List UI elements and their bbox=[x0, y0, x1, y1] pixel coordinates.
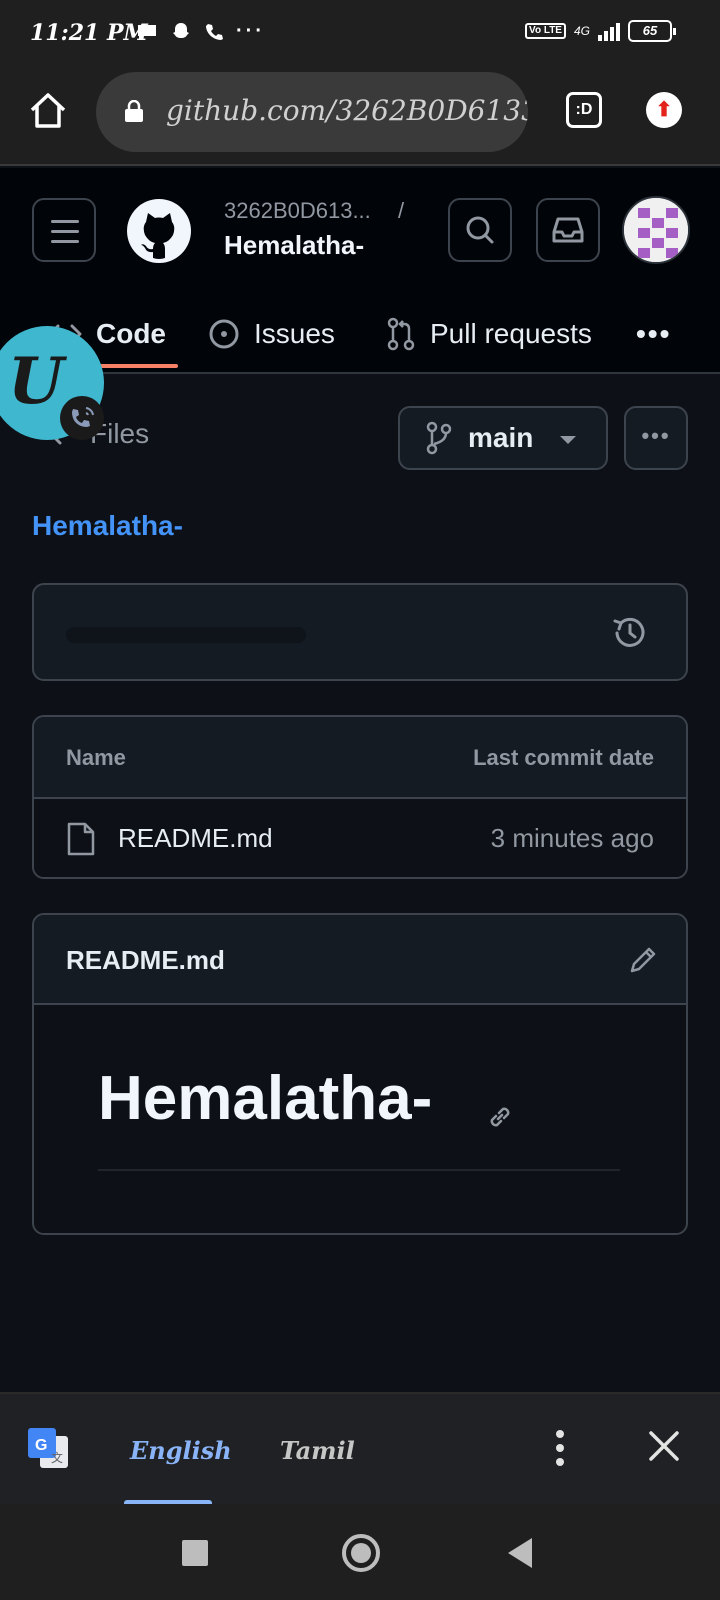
tab-issues[interactable]: Issues bbox=[208, 304, 335, 364]
branch-name: main bbox=[468, 422, 534, 453]
call-badge-icon bbox=[60, 396, 104, 440]
link-icon[interactable] bbox=[484, 1101, 516, 1133]
svg-text:文: 文 bbox=[51, 1450, 63, 1465]
snapchat-icon bbox=[173, 22, 189, 38]
translate-more-options-icon[interactable] bbox=[548, 1430, 572, 1470]
issue-icon bbox=[209, 319, 239, 349]
language-english[interactable]: English bbox=[130, 1436, 232, 1465]
identicon bbox=[624, 198, 688, 262]
lock-icon bbox=[125, 100, 143, 122]
repo-name[interactable]: Hemalatha- bbox=[224, 230, 364, 261]
translate-bar: G 文 English Tamil bbox=[0, 1392, 720, 1506]
url-text: github.com/3262B0D61336 bbox=[166, 94, 528, 127]
home-icon[interactable] bbox=[28, 90, 68, 130]
more-notifications-icon: ··· bbox=[236, 20, 265, 42]
latest-commit-box bbox=[32, 583, 688, 681]
column-header-name: Name bbox=[66, 745, 126, 770]
history-icon[interactable] bbox=[610, 613, 650, 653]
repo-path-link[interactable]: Hemalatha- bbox=[32, 510, 183, 542]
upload-icon[interactable]: ⬆ bbox=[646, 92, 682, 128]
tab-pull-requests[interactable]: Pull requests bbox=[386, 304, 592, 364]
table-header: Name Last commit date bbox=[34, 717, 686, 799]
svg-text:G: G bbox=[35, 1437, 47, 1454]
floating-chat-bubble[interactable]: U bbox=[0, 326, 104, 440]
status-time: 11:21 PM bbox=[30, 20, 148, 46]
branch-selector[interactable]: main bbox=[398, 406, 608, 470]
caret-down-icon bbox=[560, 436, 576, 444]
readme-content: Hemalatha- bbox=[34, 1005, 686, 1233]
github-logo-icon[interactable] bbox=[126, 198, 192, 264]
search-icon bbox=[466, 216, 494, 244]
avatar[interactable] bbox=[622, 196, 690, 264]
google-translate-icon: G 文 bbox=[28, 1428, 68, 1468]
repo-nav-tabs: Code Issues Pull requests ••• bbox=[0, 296, 720, 372]
file-icon bbox=[67, 822, 95, 856]
system-nav-bar bbox=[0, 1504, 720, 1600]
readme-header: README.md bbox=[34, 915, 686, 1005]
status-notification-icons: ··· bbox=[136, 20, 265, 43]
volte-icon: Vo LTE bbox=[525, 23, 566, 39]
tab-issues-label: Issues bbox=[254, 318, 335, 349]
more-options-button[interactable]: ••• bbox=[624, 406, 688, 470]
inbox-button[interactable] bbox=[536, 198, 600, 262]
phone-icon bbox=[206, 23, 223, 40]
tab-code-label: Code bbox=[96, 318, 166, 349]
tab-switcher-button[interactable]: :D bbox=[566, 92, 602, 128]
file-name[interactable]: README.md bbox=[118, 823, 273, 854]
signal-icon bbox=[598, 21, 620, 41]
hamburger-menu-button[interactable] bbox=[32, 198, 96, 262]
tab-pull-requests-label: Pull requests bbox=[430, 318, 592, 349]
github-header: 3262B0D613... / Hemalatha- Code Issues P… bbox=[0, 168, 720, 374]
home-button[interactable] bbox=[342, 1534, 380, 1572]
battery-icon: 65 bbox=[628, 20, 676, 42]
bubble-logo-icon: U bbox=[8, 344, 64, 419]
language-tamil[interactable]: Tamil bbox=[280, 1436, 355, 1465]
status-system-icons: Vo LTE 4G 65 bbox=[525, 20, 676, 42]
browser-toolbar: github.com/3262B0D61336 :D ⬆ bbox=[0, 68, 720, 166]
commit-loading-placeholder bbox=[66, 627, 306, 643]
status-bar: 11:21 PM ··· Vo LTE 4G 65 bbox=[0, 0, 720, 68]
repo-owner[interactable]: 3262B0D613... bbox=[224, 198, 371, 224]
more-tabs-button[interactable]: ••• bbox=[636, 318, 671, 350]
file-commit-date: 3 minutes ago bbox=[490, 823, 654, 853]
address-bar[interactable]: github.com/3262B0D61336 bbox=[96, 72, 528, 152]
pull-request-icon bbox=[387, 317, 415, 351]
readme-box: README.md Hemalatha- bbox=[32, 913, 688, 1235]
inbox-icon bbox=[552, 217, 584, 243]
readme-title[interactable]: README.md bbox=[66, 945, 225, 976]
search-button[interactable] bbox=[448, 198, 512, 262]
recents-button[interactable] bbox=[182, 1540, 208, 1566]
files-table: Name Last commit date README.md 3 minute… bbox=[32, 715, 688, 879]
readme-heading: Hemalatha- bbox=[98, 1064, 433, 1133]
git-branch-icon bbox=[426, 421, 452, 455]
heading-divider bbox=[98, 1169, 620, 1171]
table-row[interactable]: README.md 3 minutes ago bbox=[34, 799, 686, 877]
column-header-date: Last commit date bbox=[473, 745, 654, 770]
breadcrumb-separator: / bbox=[398, 198, 405, 223]
close-icon[interactable] bbox=[646, 1428, 682, 1464]
back-button[interactable] bbox=[508, 1538, 532, 1568]
network-type: 4G bbox=[573, 24, 590, 38]
chat-icon bbox=[138, 24, 156, 40]
pencil-icon[interactable] bbox=[628, 945, 658, 975]
